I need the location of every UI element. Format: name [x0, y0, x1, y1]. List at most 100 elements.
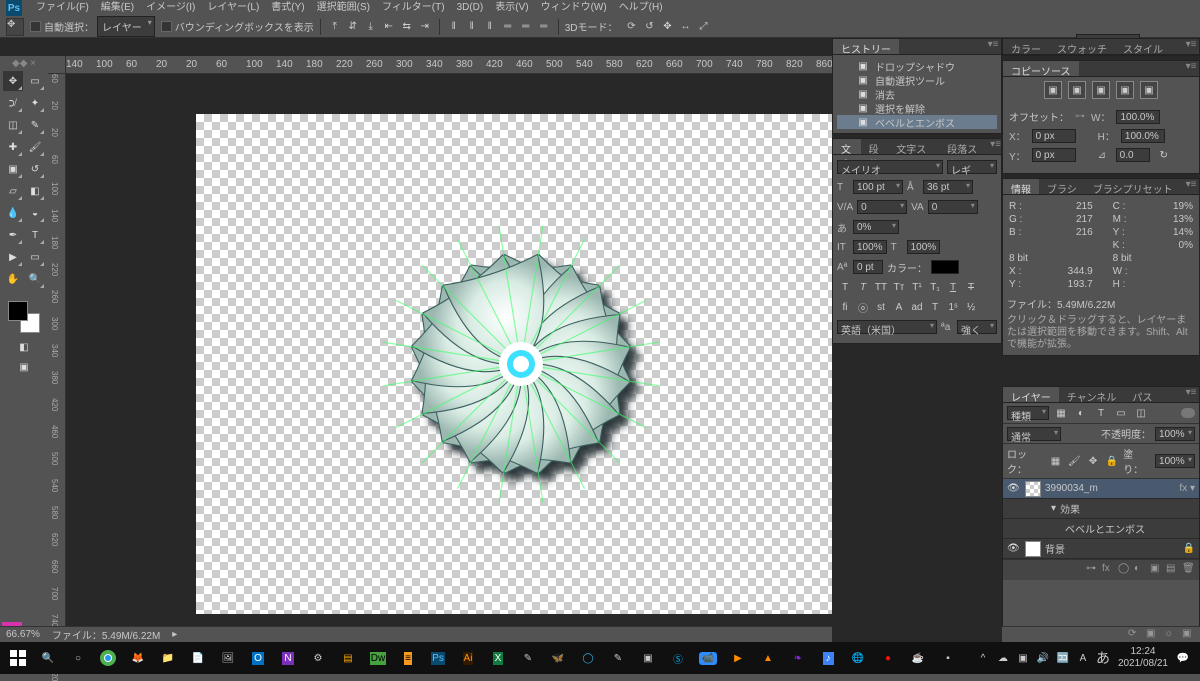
delete-layer-icon[interactable]: 🗑 [1182, 563, 1196, 577]
text-color-swatch[interactable] [931, 260, 959, 274]
gradient-tool[interactable]: ◧ [25, 181, 45, 201]
source-w[interactable]: 100.0% [1116, 110, 1160, 124]
font-weight[interactable]: レギュ… [947, 160, 997, 174]
panel-menu-icon[interactable]: ▾≡ [1183, 39, 1199, 54]
panel-menu-icon[interactable]: ▾≡ [985, 39, 1001, 54]
ot-o-icon[interactable]: ⓞ [855, 299, 871, 315]
vlc-icon[interactable]: ▲ [754, 644, 782, 672]
type-tool[interactable]: T [25, 225, 45, 245]
auto-select-checkbox[interactable] [30, 21, 41, 32]
tray-app-icon[interactable]: ▣ [1014, 646, 1032, 670]
align-right-icon[interactable]: ⇥ [417, 19, 433, 35]
sublime-icon[interactable]: ≡ [394, 644, 422, 672]
menu-select[interactable]: 選択範囲(S) [311, 0, 376, 16]
new-layer-icon[interactable]: ▤ [1166, 563, 1180, 577]
smallcaps-icon[interactable]: Tᴛ [891, 279, 907, 295]
strike-icon[interactable]: T [963, 279, 979, 295]
tab-paragraph[interactable]: 段落 [861, 139, 889, 154]
tab-copysource[interactable]: コピーソース [1003, 61, 1079, 76]
panel-menu-icon[interactable]: ▾≡ [1183, 61, 1199, 76]
stamp-tool[interactable]: ▣ [3, 159, 23, 179]
ot-ad-icon[interactable]: ad [909, 299, 925, 315]
photos-icon[interactable]: 🖼 [214, 644, 242, 672]
tray-cloud-icon[interactable]: ☁ [994, 646, 1012, 670]
layer-thumb[interactable] [1025, 481, 1041, 497]
tab-paths[interactable]: パス [1124, 387, 1160, 402]
status-more-icon[interactable]: ▸ [172, 629, 177, 640]
tray-clock[interactable]: 12:24 2021/08/21 [1114, 646, 1172, 670]
history-item[interactable]: ▣ベベルとエンボス [837, 115, 997, 129]
blur-tool[interactable]: 💧 [3, 203, 23, 223]
cube-icon[interactable]: ▣ [1146, 628, 1160, 642]
zoom-tool[interactable]: 🔍 [25, 269, 45, 289]
fx-icon[interactable]: fx [1102, 563, 1116, 577]
tab-parastyle[interactable]: 段落スタイル [939, 139, 990, 154]
layer-thumb[interactable] [1025, 541, 1041, 557]
fx-badge[interactable]: fx ▾ [1179, 483, 1195, 494]
tab-history[interactable]: ヒストリー [833, 39, 899, 54]
pan-icon[interactable]: ✥ [660, 19, 676, 35]
auto-select-mode[interactable]: レイヤー [97, 16, 155, 37]
healing-tool[interactable]: ✚ [3, 137, 23, 157]
excel-icon[interactable]: X [484, 644, 512, 672]
opacity-value[interactable]: 100% [1155, 427, 1195, 441]
panel-menu-icon[interactable]: ▾≡ [1183, 179, 1199, 194]
dist-vcenter-icon[interactable]: ‖ [464, 19, 480, 35]
source3-icon[interactable]: ▣ [1092, 81, 1110, 99]
ruler-vertical[interactable]: 6020206010014018022026030034038042046050… [48, 74, 66, 642]
layer-item[interactable]: 👁3990034_mfx ▾ [1003, 479, 1199, 499]
source5-icon[interactable]: ▣ [1140, 81, 1158, 99]
menu-type[interactable]: 書式(Y) [265, 0, 310, 16]
ot-A-icon[interactable]: A [891, 299, 907, 315]
bold-icon[interactable]: T [837, 279, 853, 295]
filter-shape-icon[interactable]: ▭ [1113, 405, 1129, 421]
explorer-icon[interactable]: 📁 [154, 644, 182, 672]
align-hcenter-icon[interactable]: ⇆ [399, 19, 415, 35]
ruler-horizontal[interactable]: 1401006020206010014018022026030034038042… [66, 56, 832, 74]
dist-top-icon[interactable]: ‖ [446, 19, 462, 35]
kerning[interactable]: 0 [857, 200, 907, 214]
menu-edit[interactable]: 編集(E) [95, 0, 140, 16]
layer-item[interactable]: 👁背景🔒 [1003, 539, 1199, 559]
dodge-tool[interactable]: ◒ [25, 203, 45, 223]
tab-color[interactable]: カラー [1003, 39, 1049, 54]
zoom3d-icon[interactable]: ⤢ [696, 19, 712, 35]
underline-icon[interactable]: T [945, 279, 961, 295]
hand-tool[interactable]: ✋ [3, 269, 23, 289]
source2-icon[interactable]: ▣ [1068, 81, 1086, 99]
obs-icon[interactable]: ▣ [634, 644, 662, 672]
leading[interactable]: 36 pt [923, 180, 973, 194]
tab-styles[interactable]: スタイル [1115, 39, 1171, 54]
tray-network-icon[interactable]: 🈁 [1054, 646, 1072, 670]
tray-chevron-icon[interactable]: ^ [974, 646, 992, 670]
eraser-tool[interactable]: ▱ [3, 181, 23, 201]
music-icon[interactable]: ♪ [814, 644, 842, 672]
lock-all-icon[interactable]: 🔒 [1104, 453, 1119, 469]
tool4-icon[interactable]: ◯ [574, 644, 602, 672]
tool7-icon[interactable]: ☕ [904, 644, 932, 672]
quick-select-tool[interactable]: ✦ [25, 93, 45, 113]
tab-brushpreset[interactable]: ブラシプリセット [1085, 179, 1181, 194]
tracking[interactable]: 0 [928, 200, 978, 214]
tray-ime-a-icon[interactable]: A [1074, 646, 1092, 670]
history-item[interactable]: ▣自動選択ツール [837, 73, 997, 87]
camera-icon[interactable]: ▣ [1182, 628, 1196, 642]
dist-right-icon[interactable]: ═ [536, 19, 552, 35]
slide-icon[interactable]: ↔ [678, 19, 694, 35]
layer-filter-kind[interactable]: 種類 [1007, 406, 1049, 420]
roll-icon[interactable]: ↺ [642, 19, 658, 35]
align-vcenter-icon[interactable]: ⇵ [345, 19, 361, 35]
bbox-checkbox[interactable] [161, 21, 172, 32]
menu-file[interactable]: ファイル(F) [30, 0, 95, 16]
filter-toggle[interactable] [1181, 408, 1195, 418]
foreground-color[interactable] [8, 301, 28, 321]
shader-icon[interactable]: ⟳ [1128, 628, 1142, 642]
link-layers-icon[interactable]: ⊶ [1086, 563, 1100, 577]
baseline-shift[interactable]: 0 pt [853, 260, 883, 274]
tool1-icon[interactable]: ✎ [514, 644, 542, 672]
dist-hcenter-icon[interactable]: ═ [518, 19, 534, 35]
font-size[interactable]: 100 pt [853, 180, 903, 194]
zoom-display[interactable]: 66.67% [6, 629, 40, 640]
tsume[interactable]: 0% [853, 220, 899, 234]
pen-tool[interactable]: ✒ [3, 225, 23, 245]
